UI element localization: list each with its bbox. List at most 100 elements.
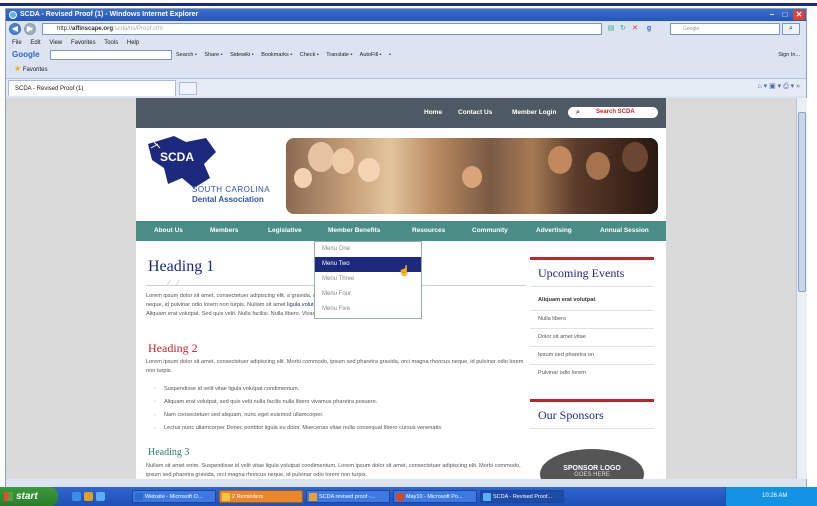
- event-item[interactable]: Aliquam erat volutpat: [538, 297, 595, 303]
- para1-c: neque, id pulvinar odio lorem non turpis…: [146, 302, 286, 308]
- close-button[interactable]: ✕: [793, 10, 805, 20]
- favorites-star-icon[interactable]: ★: [14, 64, 21, 73]
- task-label: May10 - Microsoft Po...: [406, 494, 463, 500]
- heading-3: Heading 3: [148, 447, 190, 458]
- windows-flag-icon: [4, 492, 13, 501]
- google-search-provider-icon[interactable]: g: [644, 24, 654, 34]
- minimize-button[interactable]: –: [766, 10, 778, 20]
- nav-advertising[interactable]: Advertising: [536, 221, 572, 241]
- forward-icon[interactable]: ▶: [24, 23, 36, 35]
- ie-icon: [483, 493, 491, 501]
- window-titlebar: SCDA - Revised Proof (1) - Windows Inter…: [6, 9, 806, 21]
- vertical-scrollbar[interactable]: [796, 98, 807, 479]
- google-toolbar: Google Search • Share • Sidewiki • Bookm…: [6, 49, 806, 61]
- gt-more[interactable]: •: [389, 52, 391, 58]
- dropdown-menu-one[interactable]: Menu One: [315, 242, 421, 257]
- photo-face: [462, 166, 482, 188]
- event-item[interactable]: Pulvinar odio lorem: [538, 370, 586, 376]
- new-tab-button[interactable]: [179, 82, 197, 95]
- contact-us-link[interactable]: Contact Us: [458, 109, 492, 116]
- gt-sidewiki[interactable]: Sidewiki •: [230, 52, 254, 58]
- nav-community[interactable]: Community: [472, 221, 508, 241]
- stop-icon[interactable]: ✕: [630, 24, 640, 34]
- tab-scda-proof[interactable]: SCDA - Revised Proof (1): [8, 80, 176, 96]
- site-search-label: Search SCDA: [596, 109, 635, 115]
- gt-signin[interactable]: Sign In...: [778, 49, 800, 61]
- menu-help[interactable]: Help: [127, 40, 139, 46]
- menu-file[interactable]: File: [12, 40, 22, 46]
- address-bar[interactable]: http://affinscape.org/scda/ns/Proof.cfm: [42, 23, 602, 35]
- dropdown-menu-five[interactable]: Menu Five: [315, 302, 421, 317]
- bullet-item: › Nam consectetuer sed aliquam, nunc eget…: [154, 412, 324, 418]
- google-logo: Google: [12, 50, 40, 59]
- google-toolbar-items: Search • Share • Sidewiki • Bookmarks • …: [176, 49, 397, 61]
- nav-legislative[interactable]: Legislative: [268, 221, 302, 241]
- taskbar-item-may10[interactable]: May10 - Microsoft Po...: [393, 490, 477, 503]
- search-icon[interactable]: ⌕: [782, 23, 800, 35]
- sidebar-divider: [530, 328, 654, 329]
- favorites-label[interactable]: Favorites: [23, 67, 48, 73]
- back-icon[interactable]: ◀: [9, 23, 21, 35]
- site-search-input[interactable]: ⌕ Search SCDA: [568, 107, 658, 118]
- menu-favorites[interactable]: Favorites: [71, 40, 96, 46]
- tab-label: SCDA - Revised Proof (1): [15, 86, 84, 92]
- taskbar-item-reminders[interactable]: 2 Reminders: [219, 490, 303, 503]
- heading-2: Heading 2: [148, 341, 198, 355]
- quicklaunch-desktop-icon[interactable]: [72, 492, 81, 501]
- command-bar-icons[interactable]: ⌂ ▾ ▣ ▾ ⎙ ▾ »: [757, 82, 800, 91]
- nav-members[interactable]: Members: [210, 221, 239, 241]
- nav-about-us[interactable]: About Us: [154, 221, 183, 241]
- quicklaunch-folder-icon[interactable]: [84, 492, 93, 501]
- gt-share[interactable]: Share •: [204, 52, 222, 58]
- google-search-input[interactable]: Google: [670, 23, 780, 35]
- nav-member-benefits[interactable]: Member Benefits: [328, 221, 380, 241]
- divider-notch: [166, 280, 180, 286]
- clock: 10:26 AM: [762, 493, 788, 499]
- event-item[interactable]: Nulla libero: [538, 316, 566, 322]
- top-accent: [0, 0, 817, 6]
- compat-view-icon[interactable]: ▤: [606, 24, 616, 34]
- gt-translate[interactable]: Translate •: [326, 52, 352, 58]
- google-toolbar-input[interactable]: [50, 50, 172, 60]
- org-name-line1: SOUTH CAROLINA: [192, 185, 271, 194]
- powerpoint-icon: [396, 493, 404, 501]
- photo-face: [358, 158, 380, 182]
- gt-bookmarks[interactable]: Bookmarks •: [261, 52, 292, 58]
- photo-face: [548, 146, 572, 174]
- gt-autofill[interactable]: AutoFill •: [360, 52, 382, 58]
- para1-a: Lorem ipsum dolor sit amet, consectetuer…: [146, 293, 286, 299]
- scrollbar-thumb[interactable]: [798, 112, 806, 292]
- event-item[interactable]: Dolor sit amet vitae: [538, 334, 586, 340]
- dropdown-menu-four[interactable]: Menu Four: [315, 287, 421, 302]
- home-link[interactable]: Home: [424, 109, 442, 116]
- quicklaunch-ie-icon[interactable]: [96, 492, 105, 501]
- taskbar-item-scda-ie[interactable]: SCDA - Revised Proof...: [480, 490, 564, 503]
- task-label: SCDA - Revised Proof...: [493, 494, 552, 500]
- bullet-marker: ›: [154, 425, 156, 431]
- menu-edit[interactable]: Edit: [30, 40, 40, 46]
- taskbar-item-website[interactable]: Website - Microsoft O...: [132, 490, 216, 503]
- taskbar-item-scda-proof-doc[interactable]: SCDA revised proof -...: [306, 490, 390, 503]
- bullet-text: Suspendisse id velit vitae ligula volutp…: [164, 386, 300, 392]
- member-login-link[interactable]: Member Login: [512, 109, 556, 116]
- address-prefix: http://: [57, 26, 73, 32]
- event-item[interactable]: Ipsum sed pharetra on: [538, 352, 594, 358]
- maximize-button[interactable]: □: [779, 10, 791, 20]
- refresh-icon[interactable]: ↻: [618, 24, 628, 34]
- task-label: SCDA revised proof -...: [319, 494, 376, 500]
- menu-tools[interactable]: Tools: [104, 40, 118, 46]
- site-header: SCDA SOUTH CAROLINA Dental Association: [136, 128, 666, 216]
- windows-taskbar: start Website - Microsoft O... 2 Reminde…: [0, 487, 817, 506]
- nav-resources[interactable]: Resources: [412, 221, 445, 241]
- address-path: /scda/ns/Proof.cfm: [113, 26, 163, 32]
- gt-check[interactable]: Check •: [300, 52, 319, 58]
- upcoming-events-title: Upcoming Events: [538, 266, 625, 280]
- gt-search[interactable]: Search •: [176, 52, 197, 58]
- page-viewport: Home Contact Us Member Login ⌕ Search SC…: [6, 98, 796, 479]
- menu-view[interactable]: View: [49, 40, 62, 46]
- nav-annual-session[interactable]: Annual Session: [600, 221, 649, 241]
- photo-face: [586, 152, 610, 180]
- photo-face: [308, 142, 334, 172]
- sponsor-logo-line2: GOES HERE: [574, 472, 610, 478]
- start-button[interactable]: start: [0, 487, 58, 506]
